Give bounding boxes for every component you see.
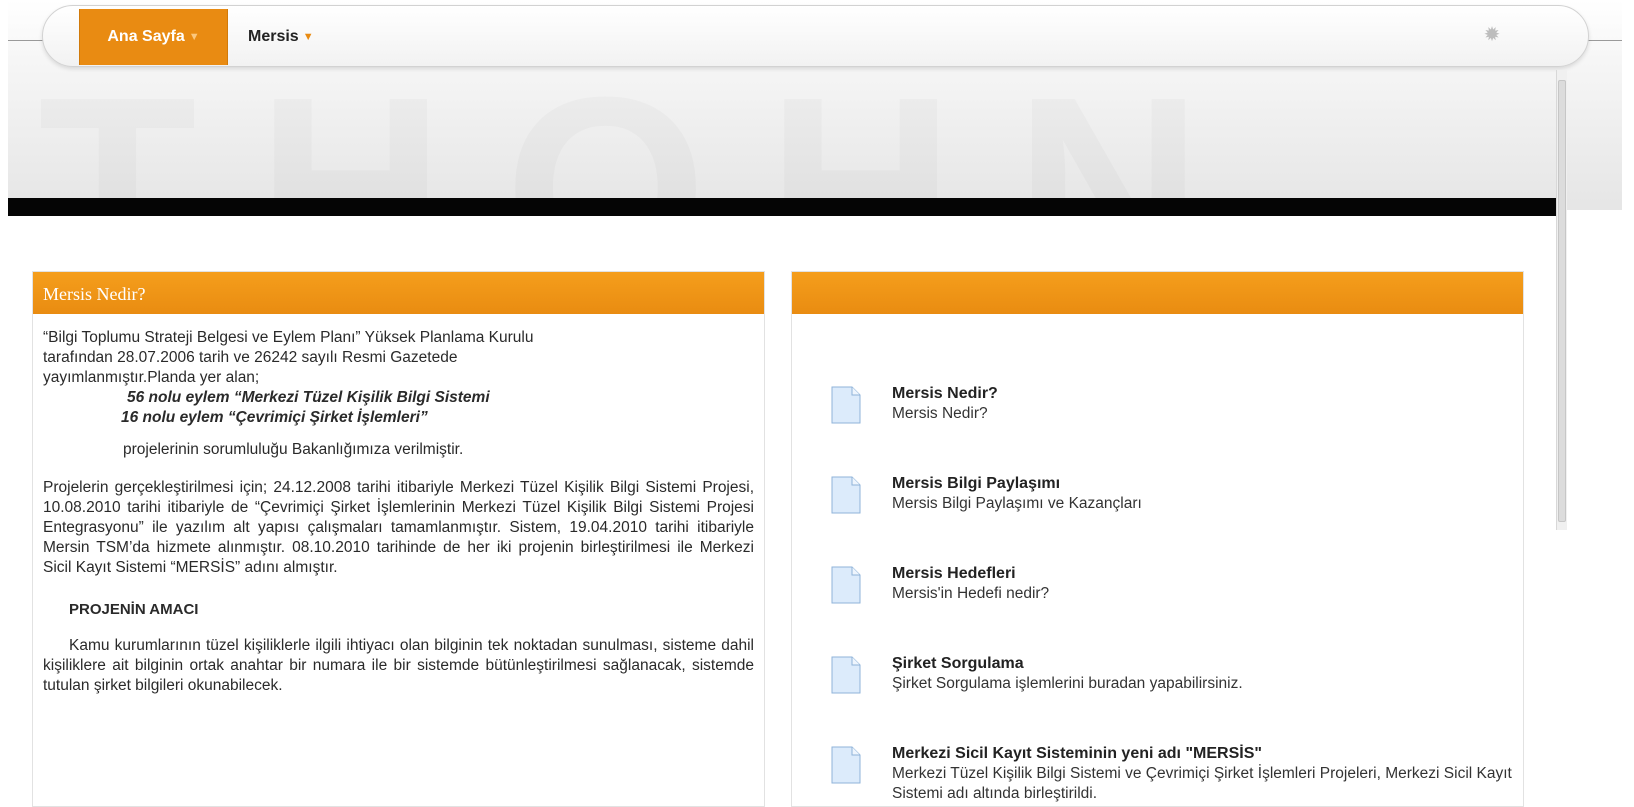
list-item[interactable]: Mersis Hedefleri Mersis'in Hedefi nedir? (792, 564, 1523, 654)
item-desc: Mersis'in Hedefi nedir? (892, 585, 1050, 602)
article-body: “Bilgi Toplumu Strateji Belgesi ve Eylem… (33, 314, 764, 696)
list-item[interactable]: Mersis Bilgi Paylaşımı Mersis Bilgi Payl… (792, 474, 1523, 564)
document-icon (831, 746, 861, 784)
section-heading: PROJENİN AMACI (69, 601, 199, 618)
item-title[interactable]: Şirket Sorgulama (892, 654, 1523, 674)
nav-mersis-label: Mersis (248, 28, 299, 45)
header-black-bar (8, 198, 1556, 216)
item-desc: Mersis Bilgi Paylaşımı ve Kazançları (892, 495, 1142, 512)
article-line: yayımlanmıştır.Planda yer alan; (43, 369, 260, 386)
link-list: Mersis Nedir? Mersis Nedir? Mersis Bilgi… (792, 314, 1523, 806)
gear-icon[interactable]: ✹ (1481, 24, 1503, 46)
article-paragraph: Kamu kurumlarının tüzel kişiliklerle ilg… (43, 637, 754, 694)
item-title[interactable]: Mersis Bilgi Paylaşımı (892, 474, 1523, 494)
header-line-right (1583, 40, 1622, 41)
document-icon (831, 476, 861, 514)
nav-home-menu[interactable]: Ana Sayfa ▼ (79, 9, 228, 65)
nav-home-label: Ana Sayfa (107, 28, 185, 45)
list-item[interactable]: Şirket Sorgulama Şirket Sorgulama işleml… (792, 654, 1523, 744)
item-desc: Merkezi Tüzel Kişilik Bilgi Sistemi ve Ç… (892, 765, 1512, 802)
document-icon (831, 656, 861, 694)
action-item: 56 nolu eylem “Merkezi Tüzel Kişilik Bil… (127, 389, 490, 406)
list-item[interactable]: Merkezi Sicil Kayıt Sisteminin yeni adı … (792, 744, 1523, 806)
nav-mersis-menu[interactable]: Mersis ▼ (248, 9, 314, 65)
document-icon (831, 386, 861, 424)
mersis-nedir-panel: Mersis Nedir? “Bilgi Toplumu Strateji Be… (32, 271, 765, 807)
site-header: THOHN Ana Sayfa▼ Mersis▼ ✹ (8, 0, 1622, 210)
caret-down-icon: ▼ (302, 31, 314, 43)
links-panel: Mersis Nedir? Mersis Nedir? Mersis Bilgi… (791, 271, 1524, 807)
document-icon (831, 566, 861, 604)
action-item: 16 nolu eylem “Çevrimiçi Şirket İşlemler… (121, 409, 428, 426)
item-desc: Şirket Sorgulama işlemlerini buradan yap… (892, 675, 1243, 692)
panel-title: Mersis Nedir? (33, 272, 764, 314)
top-navbar: Ana Sayfa ▼ Mersis ▼ ✹ (42, 5, 1589, 67)
list-item[interactable]: Mersis Nedir? Mersis Nedir? (792, 384, 1523, 474)
item-title[interactable]: Mersis Nedir? (892, 384, 1523, 404)
panel-title (792, 272, 1523, 314)
scrollbar-thumb[interactable] (1558, 80, 1566, 522)
item-title[interactable]: Mersis Hedefleri (892, 564, 1523, 584)
item-title[interactable]: Merkezi Sicil Kayıt Sisteminin yeni adı … (892, 744, 1523, 764)
item-desc: Mersis Nedir? (892, 405, 988, 422)
article-paragraph: projelerinin sorumluluğu Bakanlığımıza v… (123, 441, 464, 458)
article-line: tarafından 28.07.2006 tarih ve 26242 say… (43, 349, 458, 366)
caret-down-icon: ▼ (188, 31, 200, 43)
article-line: “Bilgi Toplumu Strateji Belgesi ve Eylem… (43, 329, 534, 346)
article-paragraph: Projelerin gerçekleştirilmesi için; 24.1… (43, 479, 754, 576)
